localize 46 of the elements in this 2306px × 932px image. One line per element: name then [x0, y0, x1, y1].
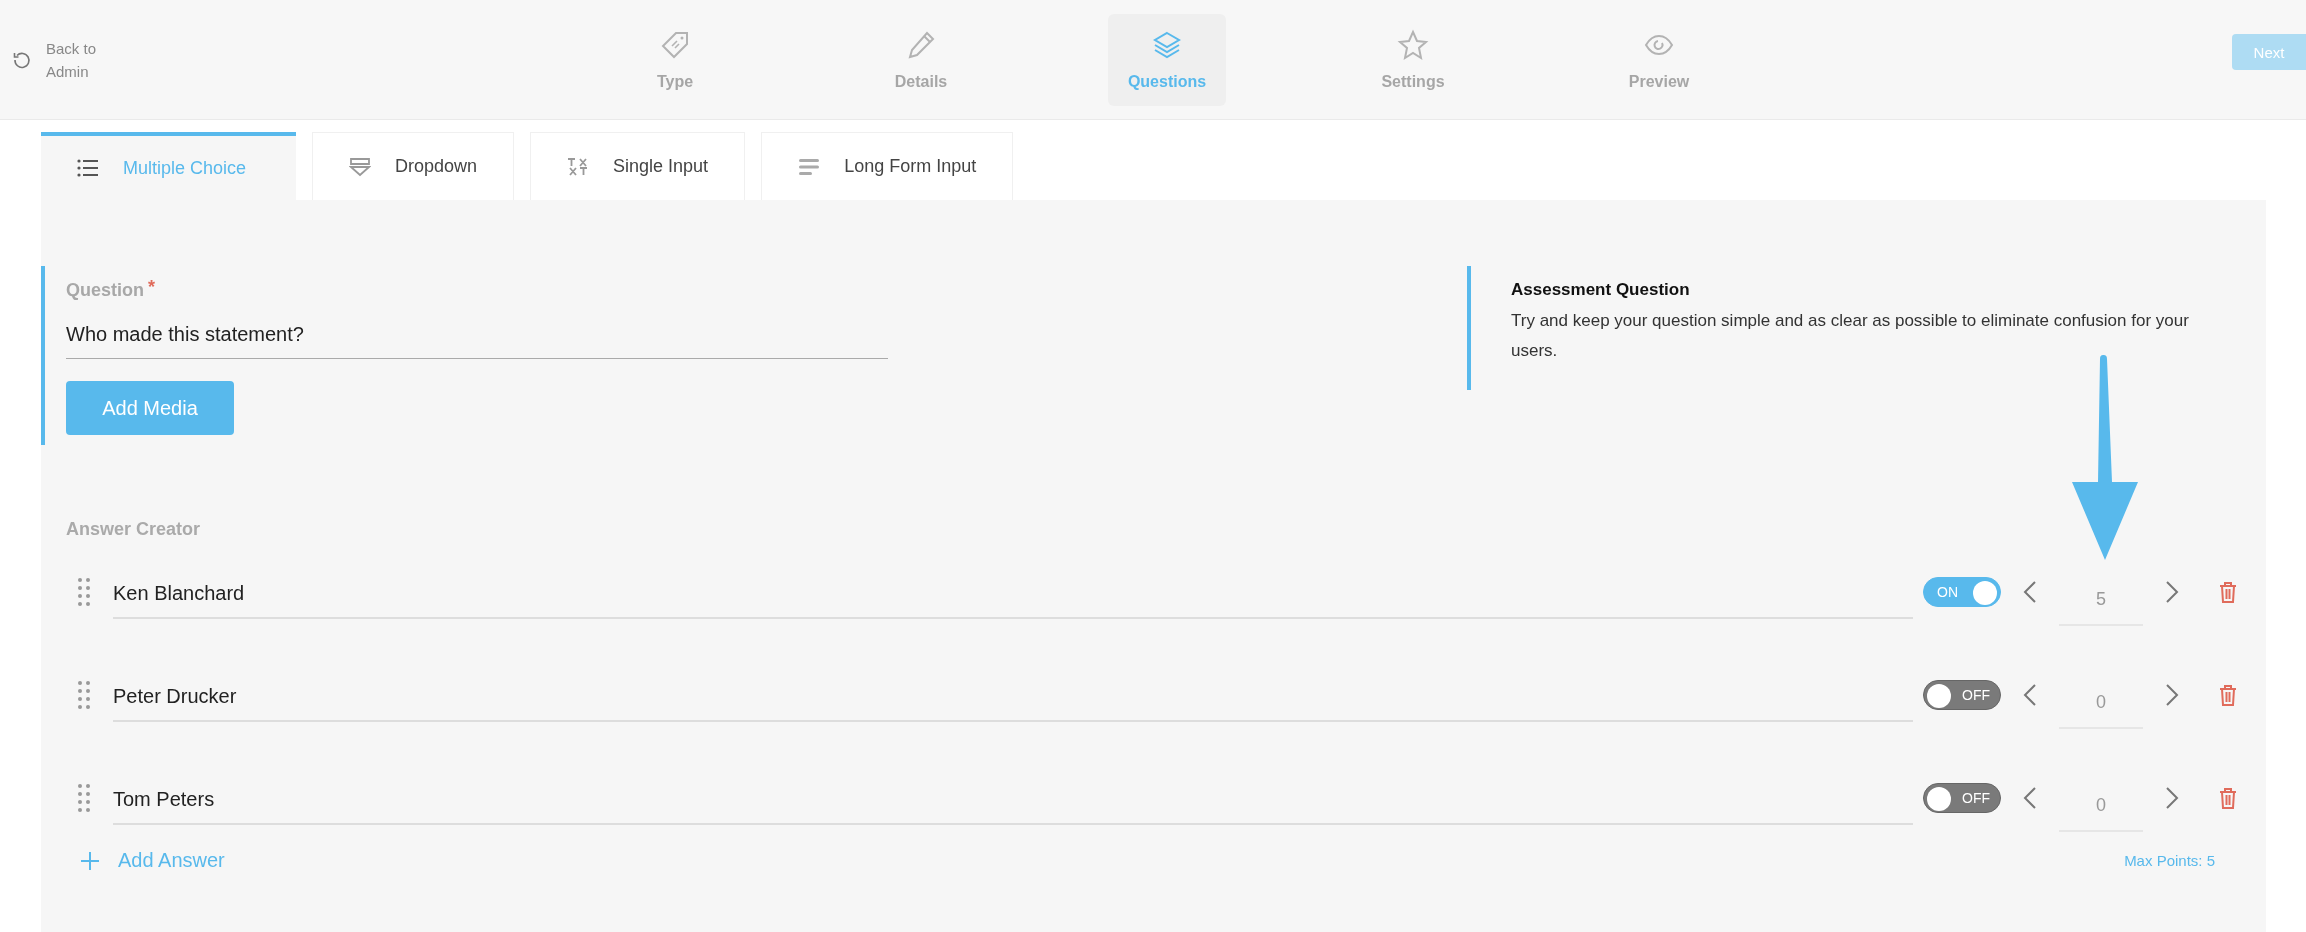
step-tab[interactable]: Settings	[1328, 13, 1498, 106]
answer-input[interactable]: Peter Drucker	[113, 667, 1913, 722]
plus-icon	[80, 850, 100, 871]
add-media-button[interactable]: Add Media	[66, 381, 234, 435]
correct-toggle[interactable]: OFF	[1923, 679, 2001, 710]
points-input[interactable]: 0	[2059, 789, 2143, 832]
max-points-label: Max Points: 5	[2124, 852, 2215, 869]
question-type-tab[interactable]: Dropdown	[312, 132, 515, 200]
question-label: Question	[66, 280, 144, 301]
chevron-right-icon[interactable]	[2165, 785, 2179, 810]
correct-toggle[interactable]: ON	[1923, 576, 2001, 607]
answer-input[interactable]: Tom Peters	[113, 770, 1913, 825]
step-tab[interactable]: Preview	[1574, 13, 1744, 106]
question-type-tab[interactable]: Multiple Choice	[41, 132, 296, 200]
add-answer-link[interactable]: Add Answer	[80, 849, 225, 872]
trash-icon[interactable]	[2219, 580, 2237, 603]
hint-text: Try and keep your question simple and as clear as possible to eliminate confusion for your users.	[1511, 310, 2190, 362]
question-input[interactable]: Who made this statement?	[66, 319, 888, 359]
list-icon	[77, 158, 99, 178]
text-format-icon	[567, 156, 590, 177]
drag-handle-icon[interactable]	[78, 680, 90, 709]
answer-input[interactable]: Ken Blanchard	[113, 564, 1913, 619]
star-icon	[1397, 28, 1429, 61]
dropdown-icon	[349, 156, 371, 177]
correct-toggle[interactable]: OFF	[1923, 782, 2001, 813]
lines-icon	[798, 156, 821, 177]
points-input[interactable]: 5	[2059, 583, 2143, 626]
step-tab[interactable]: Type	[590, 13, 760, 106]
question-type-tab[interactable]: Long Form Input	[761, 132, 1014, 200]
hint-title: Assessment Question	[1511, 280, 1691, 300]
step-tab[interactable]: Details	[836, 13, 1006, 106]
question-type-tab[interactable]: Single Input	[530, 132, 746, 200]
drag-handle-icon[interactable]	[78, 577, 90, 606]
chevron-left-icon[interactable]	[2023, 785, 2037, 810]
required-mark: *	[148, 280, 156, 294]
chevron-right-icon[interactable]	[2165, 579, 2179, 604]
answer-creator-label: Answer Creator	[66, 519, 202, 540]
trash-icon[interactable]	[2219, 683, 2237, 706]
trash-icon[interactable]	[2219, 786, 2237, 809]
step-tab[interactable]: Questions	[1108, 13, 1226, 106]
chevron-right-icon[interactable]	[2165, 682, 2179, 707]
chevron-left-icon[interactable]	[2023, 579, 2037, 604]
drag-handle-icon[interactable]	[78, 783, 90, 812]
back-to-admin-link[interactable]: Back to Admin	[12, 36, 116, 83]
chevron-left-icon[interactable]	[2023, 682, 2037, 707]
points-input[interactable]: 0	[2059, 686, 2143, 729]
